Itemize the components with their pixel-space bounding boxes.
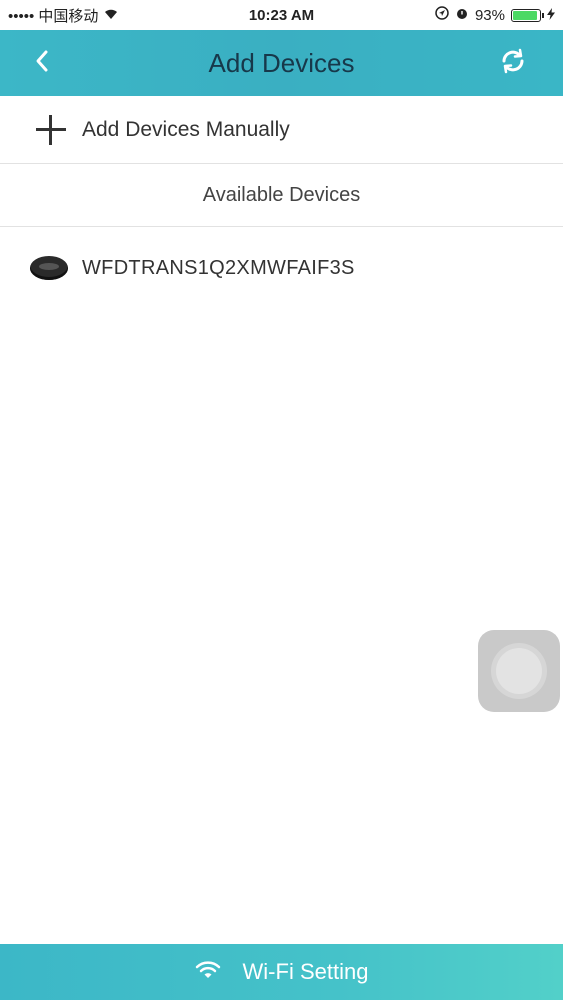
battery-percent: 93% — [474, 6, 505, 24]
device-list-item[interactable]: WFDTRANS1Q2XMWFAIF3S — [0, 227, 563, 309]
status-right: 93% — [435, 6, 555, 24]
device-icon — [30, 256, 68, 280]
charging-icon — [547, 7, 555, 24]
wifi-setting-label: Wi-Fi Setting — [242, 959, 369, 984]
wifi-icon — [195, 960, 221, 985]
wifi-signal-icon — [104, 7, 118, 24]
back-button[interactable] — [22, 43, 62, 83]
nav-bar: Add Devices — [0, 30, 563, 96]
add-devices-manually-label: Add Devices Manually — [82, 117, 290, 141]
plus-icon — [34, 113, 68, 147]
alarm-icon — [455, 6, 469, 24]
device-name: WFDTRANS1Q2XMWFAIF3S — [82, 256, 355, 279]
location-icon — [435, 6, 449, 24]
wifi-setting-button[interactable]: Wi-Fi Setting — [0, 944, 563, 1000]
section-title: Available Devices — [202, 184, 361, 206]
status-bar: ••••• 中国移动 10:23 AM 93% — [0, 0, 563, 30]
carrier-label: ••••• 中国移动 — [8, 7, 99, 25]
assistive-touch-button[interactable] — [478, 630, 560, 712]
refresh-icon — [498, 46, 528, 81]
refresh-button[interactable] — [493, 43, 533, 83]
page-title: Add Devices — [208, 47, 355, 78]
assistive-touch-icon — [496, 648, 542, 694]
battery-fill — [513, 10, 538, 20]
status-left: ••••• 中国移动 — [8, 5, 118, 26]
chevron-left-icon — [34, 49, 50, 78]
available-devices-header: Available Devices — [0, 165, 563, 227]
battery-icon — [511, 8, 544, 22]
add-devices-manually-button[interactable]: Add Devices Manually — [0, 96, 563, 164]
